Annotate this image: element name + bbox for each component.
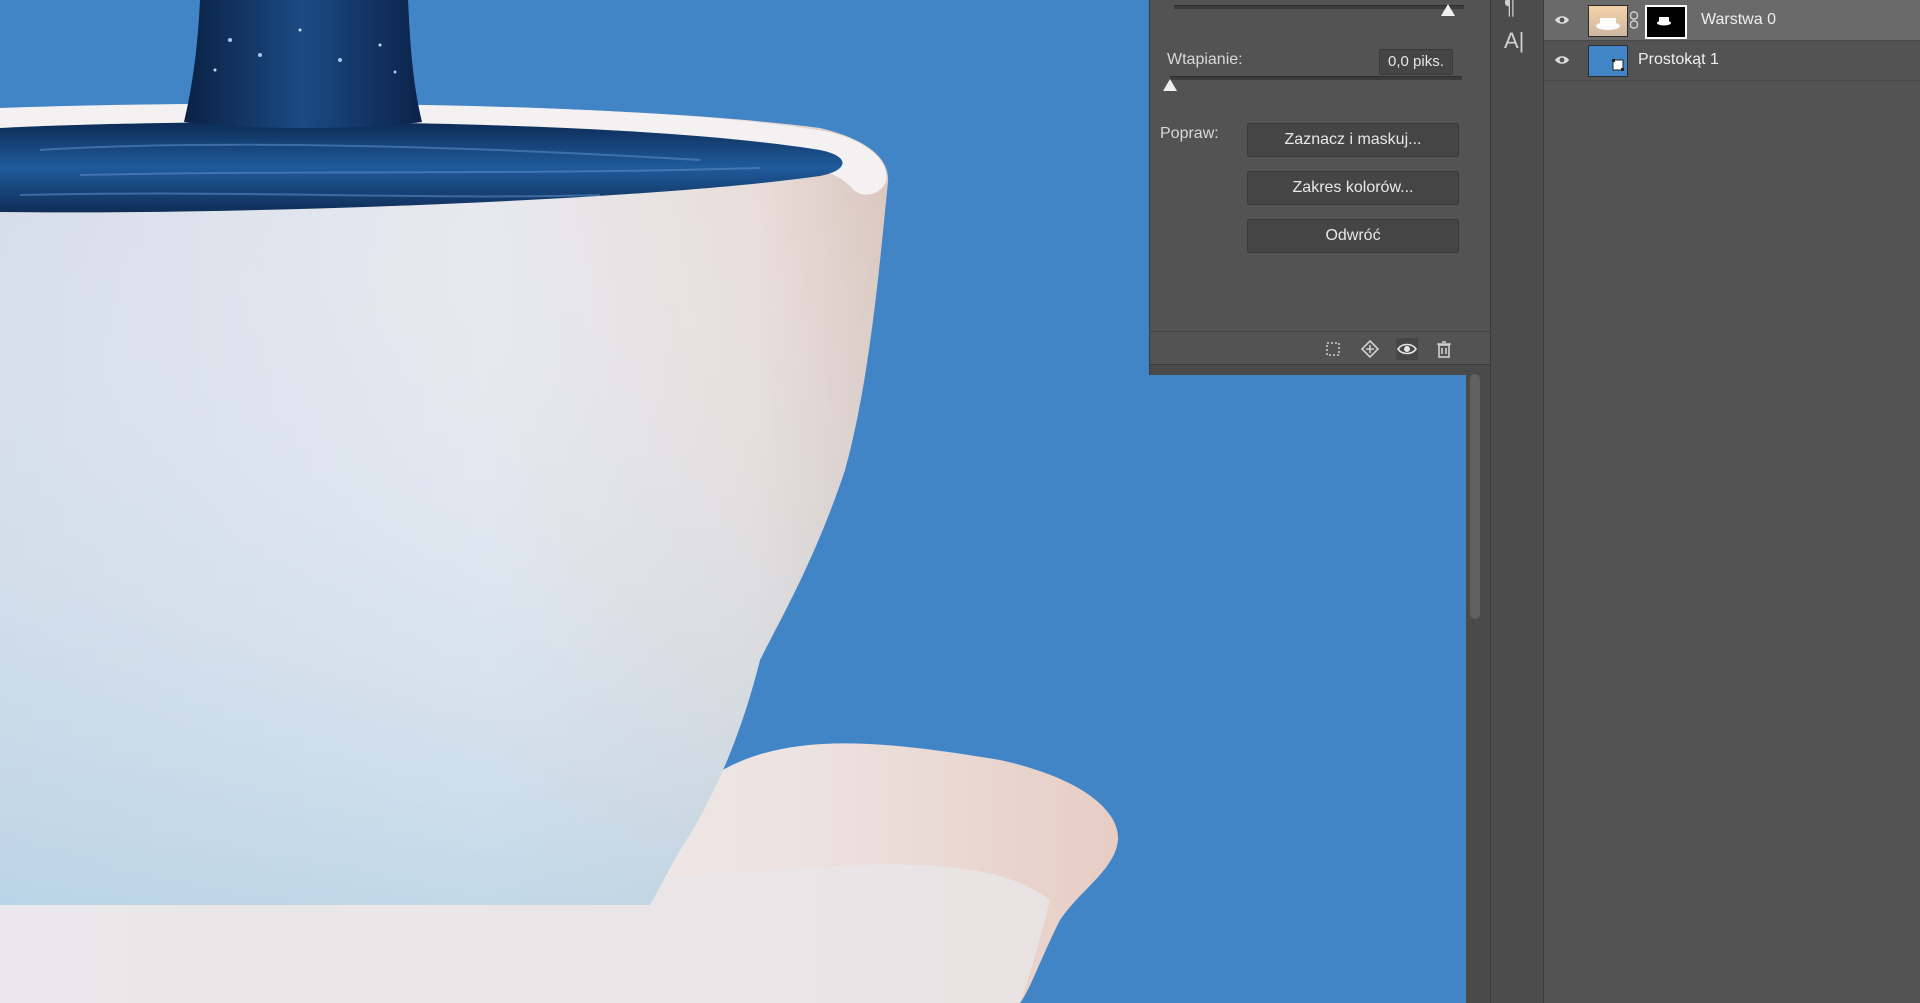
- selection-icon[interactable]: [1322, 338, 1344, 360]
- mask-thumbnail-icon[interactable]: [1645, 5, 1687, 39]
- trash-icon[interactable]: [1433, 338, 1455, 360]
- feather-value-field[interactable]: 0,0 piks.: [1379, 49, 1453, 75]
- select-and-mask-button[interactable]: Zaznacz i maskuj...: [1247, 123, 1459, 157]
- density-slider-thumb[interactable]: [1441, 4, 1455, 16]
- color-range-button[interactable]: Zakres kolorów...: [1247, 171, 1459, 205]
- feather-label: Wtapianie:: [1167, 51, 1243, 68]
- layer-row[interactable]: Warstwa 0: [1544, 0, 1920, 41]
- refine-label: Popraw:: [1160, 125, 1219, 142]
- visibility-icon[interactable]: [1396, 338, 1418, 360]
- character-icon[interactable]: A|: [1504, 28, 1524, 54]
- eye-icon[interactable]: [1554, 12, 1570, 28]
- panel-resize-grip[interactable]: [1150, 364, 1490, 375]
- link-icon[interactable]: [1629, 11, 1639, 34]
- layer-row[interactable]: Prostokąt 1: [1544, 40, 1920, 81]
- density-slider-track[interactable]: [1174, 5, 1464, 9]
- feather-slider-track[interactable]: [1170, 76, 1462, 80]
- paragraph-icon[interactable]: ¶: [1504, 0, 1516, 20]
- invert-button[interactable]: Odwróć: [1247, 219, 1459, 253]
- feather-slider-thumb[interactable]: [1163, 79, 1177, 91]
- apply-mask-icon[interactable]: [1359, 338, 1381, 360]
- properties-panel: Wtapianie: 0,0 piks. Popraw: Zaznacz i m…: [1149, 0, 1490, 375]
- layer-thumbnail: [1588, 45, 1628, 77]
- canvas-scrollbar-thumb[interactable]: [1470, 374, 1480, 619]
- layer-name[interactable]: Warstwa 0: [1701, 11, 1776, 29]
- eye-icon[interactable]: [1554, 52, 1570, 68]
- properties-footer: [1150, 331, 1490, 365]
- layer-thumbnail: [1588, 5, 1628, 37]
- panel-icon-strip: ¶ A|: [1490, 0, 1544, 1003]
- layer-name[interactable]: Prostokąt 1: [1638, 51, 1719, 69]
- layers-panel: Warstwa 0 Prostokąt 1: [1543, 0, 1920, 1003]
